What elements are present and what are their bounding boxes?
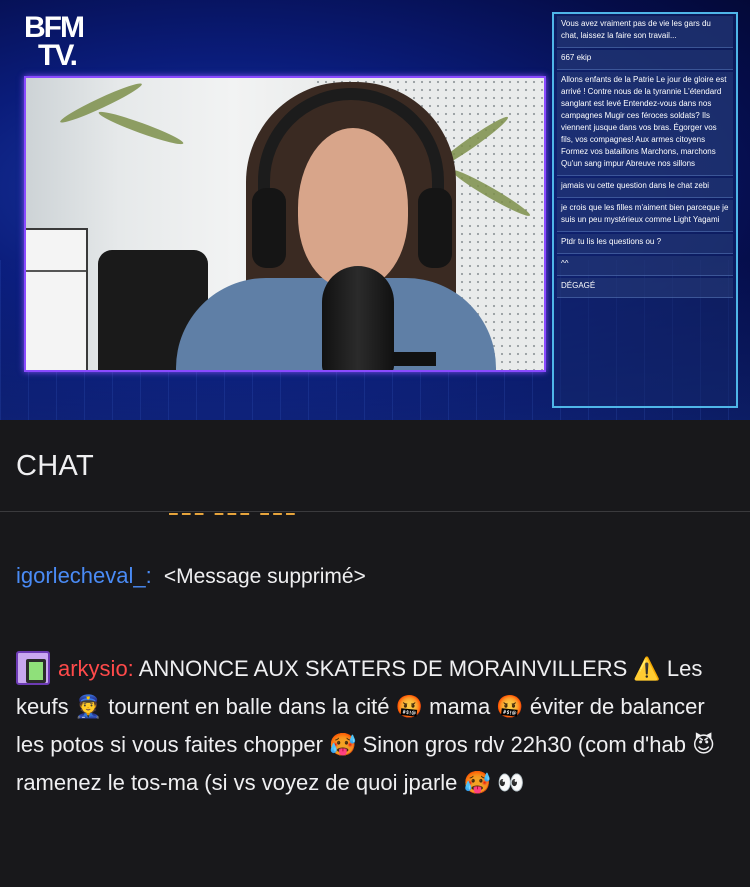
overlay-chat-text: jamais vu cette question dans le chat ze… xyxy=(561,181,710,190)
chat-message: arkysio: ANNONCE AUX SKATERS DE MORAINVI… xyxy=(16,650,736,802)
overlay-chat-message: ^^ xyxy=(557,256,733,276)
plant-leaf xyxy=(97,107,185,149)
clipped-previous-message: ■■■ ■■■ ■■■ xyxy=(168,513,298,515)
overlay-chat-text: Ptdr tu lis les questions ou ? xyxy=(561,237,662,246)
overlay-chat-message: Ptdr tu lis les questions ou ? xyxy=(557,234,733,254)
overlay-chat-text: DÉGAGÉ xyxy=(561,281,596,290)
overlay-chat-text: Allons enfants de la Patrie Le jour de g… xyxy=(561,75,727,168)
overlay-chat-text: Vous avez vraiment pas de vie les gars d… xyxy=(561,19,711,40)
overlay-chat-message: je crois que les filles m'aiment bien pa… xyxy=(557,200,733,232)
channel-logo: BFM TV. xyxy=(24,11,94,72)
logo-line-1: BFM xyxy=(24,11,85,44)
chat-message: igorlecheval_: <Message supprimé> xyxy=(16,561,366,592)
overlay-chat-message: Allons enfants de la Patrie Le jour de g… xyxy=(557,72,733,176)
chat-username[interactable]: arkysio: xyxy=(58,656,134,681)
overlay-chat-message: 667 ekip xyxy=(557,50,733,70)
shelf xyxy=(26,228,88,370)
logo-line-2: TV. xyxy=(38,39,78,72)
chat-title: CHAT xyxy=(16,450,94,482)
headphone-cup xyxy=(252,188,286,268)
headphone-cup xyxy=(418,188,452,268)
webcam-frame xyxy=(24,76,546,372)
overlay-chat-text: 667 ekip xyxy=(561,53,592,62)
deleted-message-text: <Message supprimé> xyxy=(163,565,366,588)
subscriber-badge-icon[interactable] xyxy=(16,651,50,685)
overlay-chat-message: Vous avez vraiment pas de vie les gars d… xyxy=(557,16,733,48)
overlay-chat-message: DÉGAGÉ xyxy=(557,278,733,298)
chat-username[interactable]: igorlecheval_: xyxy=(16,563,152,588)
stream-video[interactable]: BFM TV. Vous avez vraiment pas de vie le… xyxy=(0,0,750,420)
overlay-chat-text: ^^ xyxy=(561,259,569,268)
chat-message-list[interactable]: ■■■ ■■■ ■■■ igorlecheval_: <Message supp… xyxy=(0,513,750,887)
overlay-chat-message: jamais vu cette question dans le chat ze… xyxy=(557,178,733,198)
stream-overlay-chat: Vous avez vraiment pas de vie les gars d… xyxy=(552,12,738,408)
overlay-chat-text: je crois que les filles m'aiment bien pa… xyxy=(561,203,729,224)
chat-header xyxy=(0,420,750,512)
microphone-icon xyxy=(322,266,394,370)
